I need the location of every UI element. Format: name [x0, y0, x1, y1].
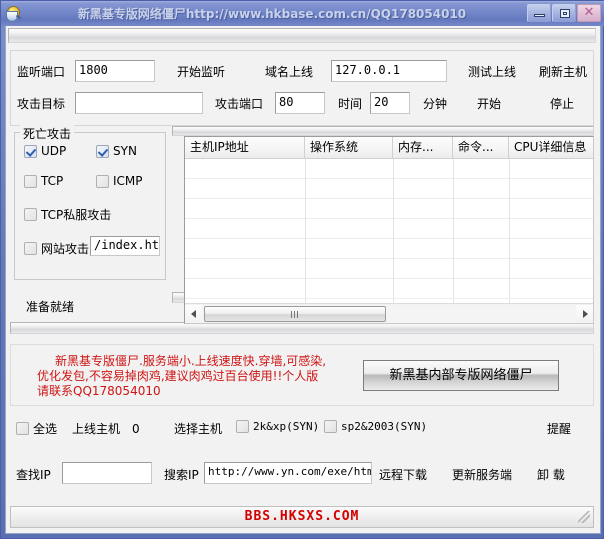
- start-listen-button[interactable]: 开始监听: [177, 65, 225, 79]
- search-ip-button[interactable]: 搜索IP: [164, 468, 199, 482]
- column-header-cpu[interactable]: CPU详细信息: [509, 137, 593, 158]
- scroll-right-arrow-icon[interactable]: [576, 304, 593, 323]
- progress-bar-top: [172, 126, 594, 136]
- app-icon: [5, 5, 23, 23]
- column-header-os[interactable]: 操作系统: [305, 137, 393, 158]
- checkbox-tcp-private[interactable]: TCP私服攻击: [24, 206, 111, 223]
- table-row[interactable]: [185, 219, 593, 239]
- start-button[interactable]: 开始: [477, 97, 501, 111]
- horizontal-scrollbar[interactable]: [185, 303, 593, 323]
- death-attack-group-title: 死亡攻击: [20, 125, 75, 142]
- table-row[interactable]: [185, 239, 593, 259]
- time-label: 时间: [338, 97, 363, 111]
- checkbox-tcp[interactable]: TCP: [24, 174, 63, 188]
- maximize-icon: [560, 9, 570, 18]
- maximize-button[interactable]: [552, 4, 576, 22]
- column-header-ip[interactable]: 主机IP地址: [185, 137, 305, 158]
- listen-port-input[interactable]: 1800: [75, 60, 155, 82]
- close-icon: ✕: [583, 5, 595, 20]
- checkbox-tcp-box: [24, 174, 37, 188]
- checkbox-udp-label: UDP: [41, 144, 67, 158]
- find-ip-input[interactable]: [62, 462, 152, 484]
- checkbox-udp[interactable]: UDP: [24, 144, 66, 158]
- select-host-label: 选择主机: [174, 422, 223, 436]
- checkbox-website-label: 网站攻击: [41, 242, 90, 256]
- refresh-host-button[interactable]: 刷新主机: [539, 65, 587, 79]
- table-row[interactable]: [185, 259, 593, 279]
- time-input[interactable]: 20: [370, 92, 410, 114]
- host-list[interactable]: 主机IP地址 操作系统 内存... 命令... CPU详细信息: [184, 136, 594, 324]
- connection-panel: 监听端口 1800 开始监听 域名上线 127.0.0.1 测试上线 刷新主机 …: [10, 50, 594, 126]
- checkbox-syn[interactable]: SYN: [96, 144, 137, 158]
- checkbox-sp2-2003-syn-box: [324, 420, 337, 433]
- window-controls: ✕: [527, 4, 601, 22]
- online-hosts-label: 上线主机: [72, 422, 121, 436]
- checkbox-icmp-label: ICMP: [113, 174, 143, 188]
- checkbox-icmp[interactable]: ICMP: [96, 174, 143, 188]
- checkbox-syn-box: [96, 144, 109, 158]
- minimize-button[interactable]: [527, 4, 551, 22]
- resize-grip-icon[interactable]: [578, 511, 590, 523]
- checkbox-sp2-2003-syn[interactable]: sp2&2003(SYN): [324, 420, 427, 433]
- title-bar: 新黑基专版网络僵尸http://www.hkbase.com.cn/QQ1780…: [1, 1, 604, 26]
- stop-button[interactable]: 停止: [550, 97, 574, 111]
- close-button[interactable]: ✕: [577, 4, 601, 22]
- checkbox-tcp-private-label: TCP私服攻击: [41, 208, 112, 222]
- checkbox-2kxp-syn-label: 2k&xp(SYN): [253, 420, 320, 433]
- checkbox-udp-box: [24, 144, 37, 158]
- toolbar-strip: [8, 28, 596, 43]
- attack-port-label: 攻击端口: [215, 97, 264, 111]
- checkbox-icmp-box: [96, 174, 109, 188]
- remind-button[interactable]: 提醒: [547, 422, 571, 436]
- scrollbar-track[interactable]: [202, 304, 576, 323]
- online-hosts-count: 0: [132, 422, 140, 436]
- checkbox-tcp-label: TCP: [41, 174, 64, 188]
- checkbox-website[interactable]: 网站攻击: [24, 240, 89, 257]
- scrollbar-thumb[interactable]: [204, 305, 386, 322]
- attack-port-input[interactable]: 80: [275, 92, 325, 114]
- table-row[interactable]: [185, 179, 593, 199]
- website-path-input[interactable]: /index.htm: [90, 236, 160, 256]
- promo-button[interactable]: 新黑基内部专版网络僵尸: [363, 360, 559, 391]
- status-bar-text: BBS.HKSXS.COM: [244, 509, 360, 524]
- status-bar: BBS.HKSXS.COM: [10, 506, 594, 528]
- attack-target-label: 攻击目标: [17, 97, 66, 111]
- minimize-icon: [534, 14, 545, 17]
- host-list-body[interactable]: [185, 159, 593, 304]
- table-row[interactable]: [185, 159, 593, 179]
- checkbox-select-all-box: [16, 422, 29, 435]
- table-row[interactable]: [185, 199, 593, 219]
- client-area: 监听端口 1800 开始监听 域名上线 127.0.0.1 测试上线 刷新主机 …: [5, 26, 601, 534]
- domain-input[interactable]: 127.0.0.1: [331, 60, 447, 82]
- test-online-button[interactable]: 测试上线: [468, 65, 516, 79]
- find-ip-label: 查找IP: [16, 468, 51, 482]
- checkbox-tcp-private-box: [24, 208, 37, 221]
- promo-text: 新黑基专版僵尸.服务端小.上线速度快.穿墙,可感染,优化发包,不容易掉肉鸡,建议…: [37, 354, 327, 398]
- table-row[interactable]: [185, 279, 593, 299]
- window-title: 新黑基专版网络僵尸http://www.hkbase.com.cn/QQ1780…: [77, 7, 467, 21]
- checkbox-syn-label: SYN: [113, 144, 137, 158]
- host-list-header: 主机IP地址 操作系统 内存... 命令... CPU详细信息: [185, 137, 593, 159]
- remote-download-button[interactable]: 远程下载: [379, 468, 427, 482]
- attack-target-input[interactable]: [75, 92, 203, 114]
- update-server-button[interactable]: 更新服务端: [452, 468, 512, 482]
- checkbox-sp2-2003-syn-label: sp2&2003(SYN): [341, 420, 428, 433]
- scroll-left-arrow-icon[interactable]: [185, 304, 202, 323]
- bottom-controls: 全选 上线主机 0 选择主机 2k&xp(SYN) sp2&2003(SYN) …: [10, 412, 594, 500]
- checkbox-website-box: [24, 242, 37, 255]
- application-window: 新黑基专版网络僵尸http://www.hkbase.com.cn/QQ1780…: [0, 0, 604, 539]
- minute-label: 分钟: [423, 97, 448, 111]
- checkbox-2kxp-syn-box: [236, 420, 249, 433]
- listen-port-label: 监听端口: [17, 65, 66, 79]
- checkbox-2kxp-syn[interactable]: 2k&xp(SYN): [236, 420, 319, 433]
- promo-panel: 新黑基专版僵尸.服务端小.上线速度快.穿墙,可感染,优化发包,不容易掉肉鸡,建议…: [10, 344, 594, 406]
- checkbox-select-all[interactable]: 全选: [16, 420, 57, 437]
- uninstall-button[interactable]: 卸 载: [537, 468, 565, 482]
- status-text: 准备就绪: [26, 300, 75, 314]
- domain-online-button[interactable]: 域名上线: [265, 65, 313, 79]
- checkbox-select-all-label: 全选: [33, 422, 58, 436]
- column-header-memory[interactable]: 内存...: [393, 137, 453, 158]
- column-header-command[interactable]: 命令...: [453, 137, 509, 158]
- download-url-input[interactable]: http://www.yn.com/exe/htm: [204, 462, 372, 484]
